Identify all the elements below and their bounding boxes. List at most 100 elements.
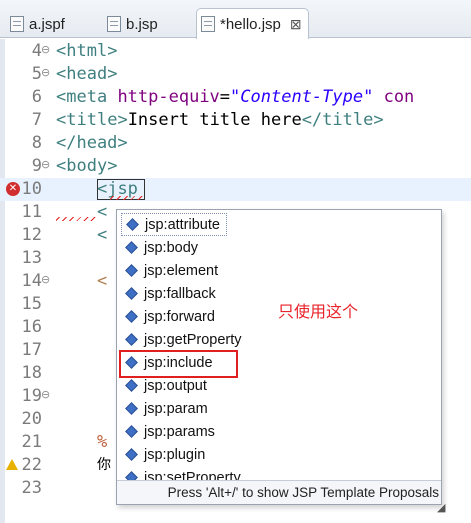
attribute-value: "Content-Type" [230,87,374,107]
line-number: 4 [31,41,42,61]
tag-name: body [66,156,108,176]
line-number: 13 [21,248,42,268]
line-number: 7 [31,110,42,130]
line-number: 17 [21,340,42,360]
tag-name: title [66,110,118,130]
tag-bracket: < [56,64,67,84]
jsp-tag-icon [125,448,138,461]
fold-toggle-icon[interactable]: ⊖ [41,43,50,57]
attribute-name: con [373,87,415,107]
assist-status-bar: Press 'Alt+/' to show JSP Template Propo… [117,480,441,504]
line-number: 10 [21,179,42,199]
proposal-label: jsp:plugin [144,446,206,463]
jsp-tag-icon [125,379,138,392]
equals-sign: = [219,87,231,107]
code-text: <head> [56,63,117,86]
line-number: 22 [21,455,42,475]
tag-name: head [66,64,108,84]
resize-grip-icon[interactable]: ◢ [437,501,445,514]
code-fragment: % [97,432,108,452]
line-number: 5 [31,64,42,84]
title-text: Insert title here [127,110,302,130]
proposal-list[interactable]: jsp:attribute jsp:body jsp:element jsp:f… [117,210,441,482]
code-line: 7 <title>Insert title here</title> [0,109,471,132]
proposal-label: jsp:getProperty [144,331,242,348]
line-number: 21 [21,432,42,452]
code-text: </head> [56,133,128,153]
code-line: 8 </head> [0,132,471,155]
jsp-file-icon [10,16,24,32]
code-line: 4 ⊖ <html> [0,40,471,63]
proposal-item[interactable]: jsp:params [121,420,221,443]
line-number: 6 [31,87,42,107]
tab-label: a.jspf [29,15,65,33]
current-code-line: ✕ 10 <jsp [0,178,471,201]
jsp-tag-icon [125,264,138,277]
tag-bracket: < [56,87,67,107]
fold-toggle-icon[interactable]: ⊖ [41,388,50,402]
proposal-label: jsp:element [144,262,219,279]
tab-b-jsp[interactable]: b.jsp [103,10,164,38]
line-number: 9 [31,156,42,176]
fold-toggle-icon[interactable]: ⊖ [41,158,50,172]
proposal-label: jsp:fallback [144,285,216,302]
proposal-item[interactable]: jsp:getProperty [121,328,248,351]
proposal-item[interactable]: jsp:plugin [121,443,211,466]
jsp-tag-icon [125,425,138,438]
tab-label: b.jsp [126,15,158,33]
error-squiggle [110,196,144,200]
line-number: 16 [21,317,42,337]
jsp-tag-icon [125,310,138,323]
code-text: <meta http-equiv="Content-Type" con [56,86,414,109]
line-number: 12 [21,225,42,245]
tag-bracket: < [56,156,67,176]
proposal-item[interactable]: jsp:body [121,236,204,259]
proposal-item[interactable]: jsp:attribute [121,213,227,236]
tab-label: *hello.jsp [220,15,281,33]
proposal-label: jsp:params [144,423,215,440]
proposal-item[interactable]: jsp:fallback [121,282,222,305]
tab-hello-jsp[interactable]: *hello.jsp ⊠ [196,8,309,39]
line-number: 19 [21,386,42,406]
tag-name: meta [66,87,108,107]
code-text: <html> [56,40,117,63]
proposal-item[interactable]: jsp:forward [121,305,221,328]
tab-a-jspf[interactable]: a.jspf [6,10,71,38]
annotation-note: 只使用这个 [278,302,359,321]
tag-bracket: < [56,110,67,130]
tag-bracket: > [107,64,118,84]
code-fragment: < [97,225,108,245]
proposal-item[interactable]: jsp:element [121,259,224,282]
code-text: <title>Insert title here</title> [56,109,384,132]
proposal-label: jsp:attribute [145,216,220,233]
proposal-label: jsp:output [144,377,207,394]
fold-toggle-icon[interactable]: ⊖ [41,273,50,287]
attribute-name: http-equiv [107,87,220,107]
jsp-tag-icon [125,241,138,254]
jsp-tag-icon [126,218,139,231]
tag-bracket: < [56,41,67,61]
tag-bracket: > [107,156,118,176]
code-line: 5 ⊖ <head> [0,63,471,86]
tag-name: html [66,41,108,61]
proposal-label: jsp:body [144,239,199,256]
end-tag: </title> [301,110,384,130]
fold-toggle-icon[interactable]: ⊖ [41,66,50,80]
line-number: 8 [31,133,42,153]
code-fragment: < [97,202,108,222]
proposal-item[interactable]: jsp:param [121,397,214,420]
line-number: 18 [21,363,42,383]
proposal-label: jsp:forward [144,308,215,325]
jsp-tag-icon [125,287,138,300]
code-line: 6 <meta http-equiv="Content-Type" con [0,86,471,109]
jsp-tag-icon [125,402,138,415]
code-fragment: < [97,271,108,291]
jsp-tag-icon [125,333,138,346]
close-tab-icon[interactable]: ⊠ [290,16,302,33]
line-number: 20 [21,409,42,429]
line-number: 23 [21,478,42,498]
error-squiggle [56,217,96,221]
jsp-file-icon [107,16,121,32]
proposal-label: jsp:param [144,400,208,417]
